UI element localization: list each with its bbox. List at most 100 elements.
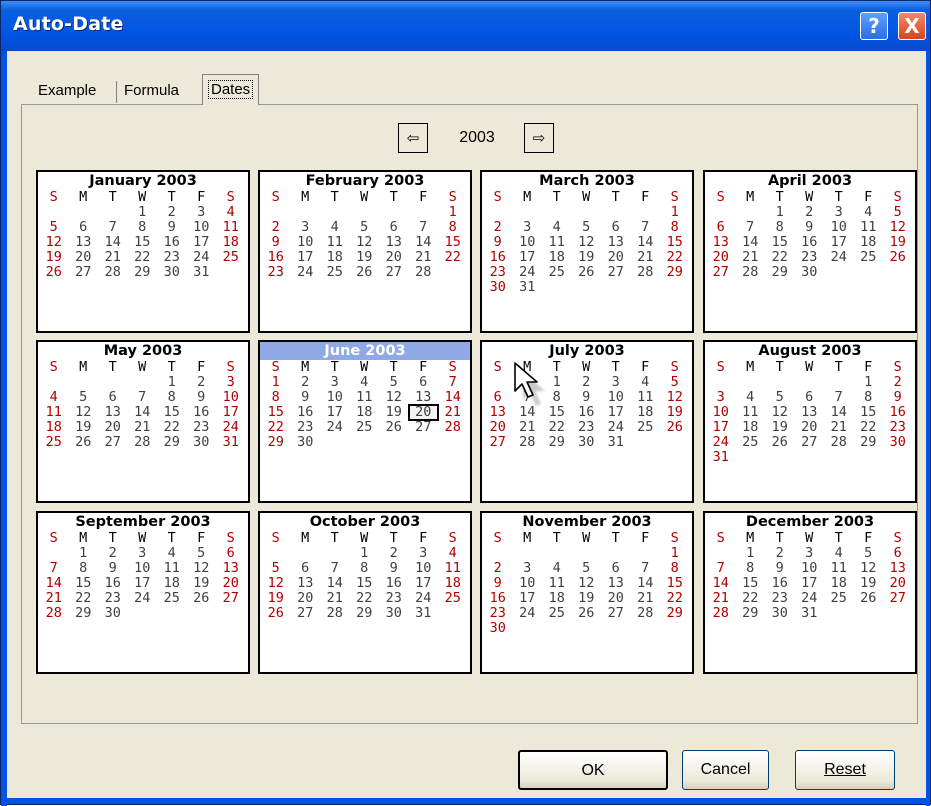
tab-dates[interactable]: Dates bbox=[202, 74, 260, 105]
day-cell[interactable]: 18 bbox=[157, 576, 187, 591]
day-cell[interactable]: 18 bbox=[216, 235, 246, 250]
day-cell[interactable]: 28 bbox=[98, 265, 128, 280]
day-cell[interactable]: 23 bbox=[187, 420, 217, 435]
day-cell[interactable]: 26 bbox=[660, 420, 690, 435]
day-cell[interactable]: 25 bbox=[824, 591, 854, 606]
day-cell[interactable]: 2 bbox=[261, 220, 291, 235]
day-cell[interactable]: 19 bbox=[854, 576, 884, 591]
day-cell[interactable]: 19 bbox=[572, 250, 602, 265]
day-cell[interactable]: 29 bbox=[542, 435, 572, 450]
day-cell[interactable]: 16 bbox=[765, 576, 795, 591]
day-cell[interactable]: 21 bbox=[706, 591, 736, 606]
day-cell[interactable]: 31 bbox=[513, 280, 543, 295]
day-cell[interactable]: 23 bbox=[883, 420, 913, 435]
day-cell[interactable]: 1 bbox=[69, 546, 99, 561]
day-cell[interactable]: 19 bbox=[39, 250, 69, 265]
day-cell[interactable]: 18 bbox=[542, 591, 572, 606]
day-cell[interactable]: 6 bbox=[291, 561, 321, 576]
day-cell[interactable]: 29 bbox=[660, 265, 690, 280]
month-calendar[interactable]: June 2003 S M T W T F S 1 2 3 4 5 6 7 8 9 10 11 12 13 14 15 16 1… bbox=[258, 340, 472, 503]
day-cell[interactable]: 28 bbox=[631, 265, 661, 280]
day-cell[interactable]: 2 bbox=[883, 375, 913, 390]
day-cell[interactable]: 15 bbox=[660, 235, 690, 250]
day-cell[interactable]: 25 bbox=[438, 591, 468, 606]
day-cell[interactable]: 22 bbox=[438, 250, 468, 265]
day-cell[interactable]: 12 bbox=[261, 576, 291, 591]
day-cell[interactable]: 25 bbox=[350, 420, 380, 435]
day-cell[interactable]: 20 bbox=[601, 250, 631, 265]
day-cell[interactable]: 2 bbox=[291, 375, 321, 390]
day-cell[interactable]: 17 bbox=[409, 576, 439, 591]
day-cell[interactable]: 20 bbox=[795, 420, 825, 435]
day-cell[interactable]: 10 bbox=[187, 220, 217, 235]
day-cell[interactable]: 31 bbox=[601, 435, 631, 450]
day-cell[interactable]: 14 bbox=[631, 235, 661, 250]
day-cell[interactable]: 15 bbox=[438, 235, 468, 250]
day-cell[interactable]: 24 bbox=[216, 420, 246, 435]
day-cell[interactable]: 22 bbox=[765, 250, 795, 265]
day-cell[interactable]: 25 bbox=[39, 435, 69, 450]
day-cell[interactable]: 5 bbox=[350, 220, 380, 235]
day-cell[interactable]: 10 bbox=[513, 235, 543, 250]
day-cell[interactable]: 15 bbox=[128, 235, 158, 250]
day-cell[interactable]: 24 bbox=[601, 420, 631, 435]
day-cell[interactable]: 4 bbox=[216, 205, 246, 220]
day-cell[interactable]: 6 bbox=[883, 546, 913, 561]
day-cell[interactable]: 9 bbox=[157, 220, 187, 235]
day-cell[interactable]: 1 bbox=[350, 546, 380, 561]
day-cell[interactable]: 26 bbox=[69, 435, 99, 450]
day-cell[interactable]: 1 bbox=[854, 375, 884, 390]
day-cell[interactable]: 17 bbox=[216, 405, 246, 420]
day-cell[interactable]: 29 bbox=[261, 435, 291, 450]
ok-button[interactable]: OK bbox=[518, 750, 668, 790]
day-cell[interactable]: 11 bbox=[157, 561, 187, 576]
day-cell[interactable]: 21 bbox=[320, 591, 350, 606]
day-cell[interactable]: 9 bbox=[98, 561, 128, 576]
day-cell[interactable]: 6 bbox=[706, 220, 736, 235]
month-calendar[interactable]: April 2003 S M T W T F S 1 2 3 4 5 6 7 8 9 10 11 12 13 14 15 16… bbox=[703, 170, 917, 333]
day-cell[interactable]: 24 bbox=[128, 591, 158, 606]
day-cell[interactable]: 1 bbox=[765, 205, 795, 220]
day-cell[interactable]: 3 bbox=[601, 375, 631, 390]
month-calendar[interactable]: March 2003 S M T W T F S 1 2 3 4 5 6 7 8 9 10 11 12 13 14 15 16… bbox=[480, 170, 694, 333]
day-cell[interactable]: 5 bbox=[261, 561, 291, 576]
day-cell[interactable]: 24 bbox=[291, 265, 321, 280]
day-cell[interactable]: 2 bbox=[187, 375, 217, 390]
day-cell[interactable]: 27 bbox=[483, 435, 513, 450]
day-cell[interactable]: 4 bbox=[631, 375, 661, 390]
day-cell[interactable]: 11 bbox=[736, 405, 766, 420]
day-cell[interactable]: 27 bbox=[706, 265, 736, 280]
day-cell[interactable]: 5 bbox=[660, 375, 690, 390]
day-cell[interactable]: 26 bbox=[379, 420, 409, 435]
day-cell[interactable]: 21 bbox=[513, 420, 543, 435]
day-cell[interactable]: 21 bbox=[438, 405, 468, 420]
day-cell[interactable]: 16 bbox=[291, 405, 321, 420]
day-cell[interactable]: 14 bbox=[98, 235, 128, 250]
day-cell[interactable]: 28 bbox=[706, 606, 736, 621]
day-cell[interactable]: 11 bbox=[39, 405, 69, 420]
day-cell[interactable]: 15 bbox=[157, 405, 187, 420]
day-cell[interactable]: 12 bbox=[854, 561, 884, 576]
day-cell[interactable]: 27 bbox=[409, 420, 439, 435]
day-cell[interactable]: 23 bbox=[291, 420, 321, 435]
day-cell[interactable]: 24 bbox=[409, 591, 439, 606]
month-calendar[interactable]: December 2003 S M T W T F S 1 2 3 4 5 6 7 8 9 10 11 12 13 14 1… bbox=[703, 511, 917, 674]
day-cell[interactable]: 28 bbox=[128, 435, 158, 450]
day-cell[interactable]: 21 bbox=[98, 250, 128, 265]
day-cell[interactable]: 20 bbox=[216, 576, 246, 591]
day-cell[interactable]: 16 bbox=[157, 235, 187, 250]
day-cell[interactable]: 26 bbox=[883, 250, 913, 265]
day-cell[interactable]: 9 bbox=[379, 561, 409, 576]
day-cell[interactable]: 26 bbox=[854, 591, 884, 606]
day-cell[interactable]: 17 bbox=[320, 405, 350, 420]
day-cell[interactable]: 17 bbox=[128, 576, 158, 591]
day-cell[interactable]: 10 bbox=[824, 220, 854, 235]
day-cell[interactable]: 10 bbox=[291, 235, 321, 250]
day-cell[interactable]: 27 bbox=[216, 591, 246, 606]
day-cell[interactable]: 13 bbox=[291, 576, 321, 591]
day-cell[interactable]: 5 bbox=[39, 220, 69, 235]
day-cell[interactable]: 12 bbox=[350, 235, 380, 250]
day-cell[interactable]: 19 bbox=[765, 420, 795, 435]
day-cell[interactable]: 15 bbox=[261, 405, 291, 420]
tab-example[interactable]: Example bbox=[38, 76, 96, 106]
